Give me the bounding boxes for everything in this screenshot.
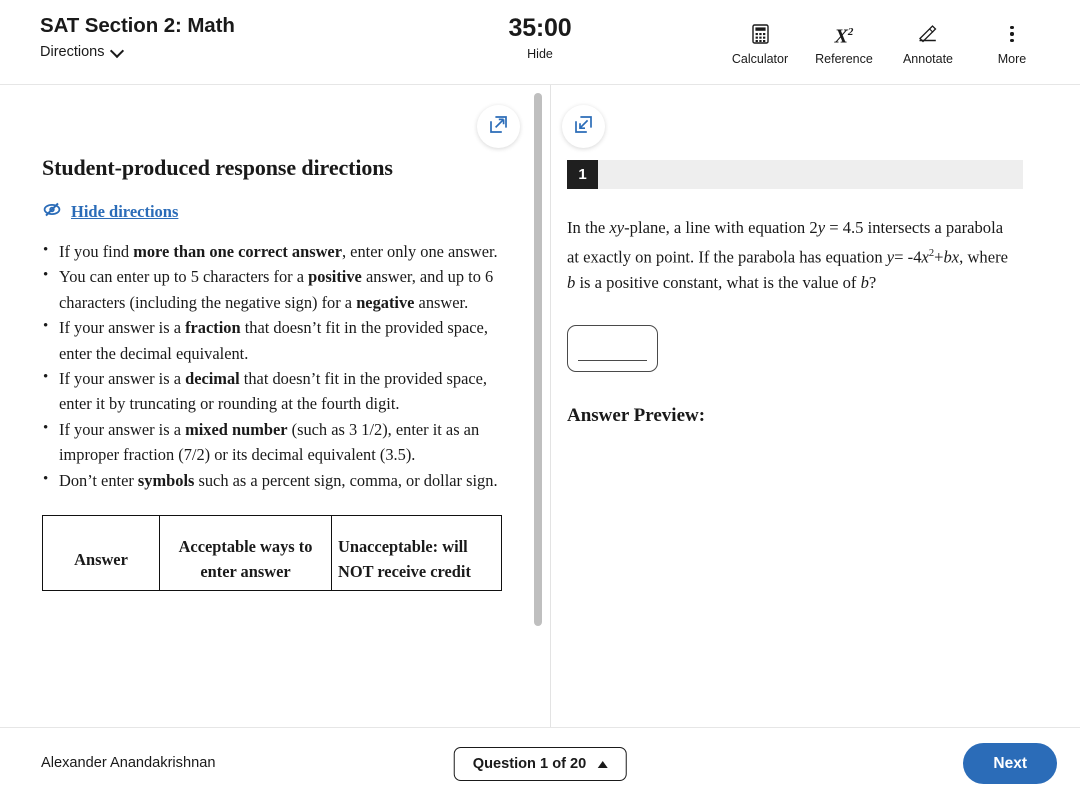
expand-arrow-icon	[489, 115, 508, 139]
bullet-text: If your answer is a	[59, 419, 186, 439]
question-text-part: In the	[567, 218, 610, 237]
directions-title: Student-produced response directions	[42, 155, 393, 180]
question-text-part: is a positive constant, what is the valu…	[575, 272, 861, 292]
more-label: More	[997, 52, 1027, 66]
directions-label: Directions	[40, 44, 105, 60]
expand-directions-panel-button[interactable]	[477, 105, 520, 148]
reference-label: Reference	[815, 52, 873, 66]
answer-input-underline	[578, 359, 647, 362]
chevron-down-icon	[112, 45, 124, 57]
next-button[interactable]: Next	[963, 743, 1057, 784]
x-squared-icon: X2	[834, 25, 854, 48]
question-text-part: -plane, a line with equation 2	[624, 218, 818, 237]
list-item: If your answer is a mixed number (such a…	[42, 416, 506, 468]
question-content: 1 In the xy-plane, a line with equation …	[550, 85, 1080, 727]
directions-dropdown-button[interactable]: Directions	[40, 44, 124, 60]
sat-exam-app: SAT Section 2: Math Directions 35:00 Hid…	[0, 0, 1080, 809]
annotate-label: Annotate	[902, 52, 954, 66]
bullet-bold: decimal	[185, 369, 240, 389]
question-text-part: ?	[868, 272, 877, 292]
hide-directions-label: Hide directions	[71, 202, 179, 221]
question-var-xy: xy	[609, 218, 625, 237]
calculator-icon	[718, 22, 802, 46]
caret-up-icon	[597, 760, 608, 768]
bullet-bold: more than one correct answer	[133, 242, 342, 261]
question-text-part: , where	[959, 247, 1008, 267]
directions-bullet-list: If you find more than one correct answer…	[42, 238, 506, 493]
table-header-answer: Answer	[42, 515, 160, 592]
exam-title: SAT Section 2: Math	[40, 14, 235, 37]
answer-input[interactable]	[567, 325, 658, 373]
question-text: In the xy-plane, a line with equation 2y…	[567, 215, 1019, 295]
annotate-tool-button[interactable]: Annotate	[886, 22, 970, 66]
answer-format-table: Answer Acceptable ways to enter answer U…	[42, 515, 502, 592]
question-navigator-label: Question 1 of 20	[472, 756, 587, 772]
expand-question-panel-button[interactable]	[562, 105, 605, 148]
timer-hide-button[interactable]: Hide	[527, 47, 553, 61]
bullet-bold: fraction	[185, 318, 241, 338]
exam-header: SAT Section 2: Math Directions 35:00 Hid…	[0, 0, 1080, 85]
pencil-icon	[886, 22, 970, 46]
tools-group: Calculator X2 Reference Annotate More	[718, 22, 1054, 66]
bullet-bold: positive	[308, 267, 362, 287]
bullet-bold: symbols	[137, 470, 195, 490]
student-name: Alexander Anandakrishnan	[41, 755, 216, 771]
bullet-text: Don’t enter	[59, 470, 138, 490]
question-var-y: y	[817, 218, 826, 237]
question-panel: 1 In the xy-plane, a line with equation …	[550, 85, 1080, 727]
directions-scrollbar-thumb[interactable]	[534, 93, 542, 626]
list-item: You can enter up to 5 characters for a p…	[42, 263, 506, 315]
bullet-text: If your answer is a	[59, 369, 186, 389]
question-var-x: x	[921, 247, 929, 267]
table-header-unacceptable: Unacceptable: will NOT receive credit	[331, 515, 502, 592]
question-number-bar: 1	[567, 160, 1023, 189]
list-item: If you find more than one correct answer…	[42, 238, 506, 264]
list-item: If your answer is a fraction that doesn’…	[42, 314, 506, 366]
bullet-bold-2: negative	[356, 292, 415, 312]
question-var-bx: bx	[943, 247, 960, 267]
list-item: If your answer is a decimal that doesn’t…	[42, 365, 506, 417]
more-tool-button[interactable]: More	[970, 22, 1054, 66]
bullet-text: You can enter up to 5 characters for a	[59, 267, 309, 287]
question-navigator-button[interactable]: Question 1 of 20	[453, 747, 627, 781]
more-vertical-icon	[970, 22, 1054, 46]
bullet-text-3: answer.	[414, 292, 469, 312]
question-number-badge: 1	[567, 160, 598, 189]
eye-slash-icon	[42, 201, 62, 223]
bullet-bold: mixed number	[185, 419, 288, 439]
directions-scroll-area: Student-produced response directions Hid…	[0, 85, 550, 727]
calculator-label: Calculator	[731, 52, 789, 66]
bullet-text: If your answer is a	[59, 318, 186, 338]
reference-tool-button[interactable]: X2 Reference	[802, 22, 886, 66]
calculator-tool-button[interactable]: Calculator	[718, 22, 802, 66]
bullet-text-2: , enter only one answer.	[341, 242, 498, 261]
collapse-arrow-icon	[574, 115, 593, 139]
answer-preview-label: Answer Preview:	[567, 405, 706, 427]
bullet-text: If you find	[59, 242, 134, 261]
exam-footer: Alexander Anandakrishnan Question 1 of 2…	[0, 727, 1080, 809]
hide-directions-link[interactable]: Hide directions	[42, 201, 178, 223]
table-row: Answer Acceptable ways to enter answer U…	[42, 515, 502, 592]
exam-content: Student-produced response directions Hid…	[0, 85, 1080, 727]
question-text-part: = -4	[894, 247, 922, 267]
header-left-group: SAT Section 2: Math Directions	[40, 13, 235, 61]
list-item: Don’t enter symbols such as a percent si…	[42, 467, 506, 493]
table-header-acceptable: Acceptable ways to enter answer	[159, 515, 332, 592]
directions-panel: Student-produced response directions Hid…	[0, 85, 550, 727]
bullet-text-2: such as a percent sign, comma, or dollar…	[194, 470, 498, 490]
question-var-b3: b	[860, 272, 869, 292]
